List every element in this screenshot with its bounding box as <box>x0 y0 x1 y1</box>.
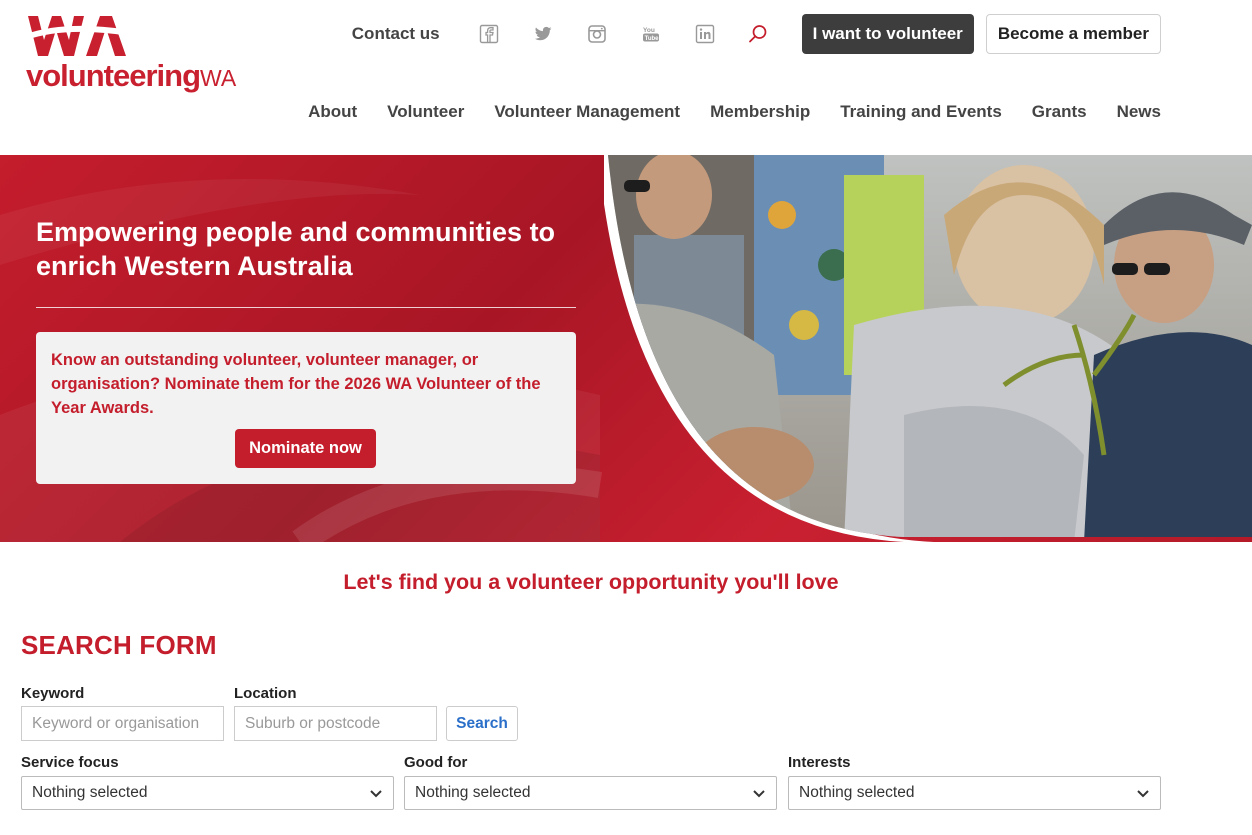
keyword-label: Keyword <box>21 685 85 702</box>
svg-text:Tube: Tube <box>644 36 659 42</box>
utility-bar: Contact us You Tube I want to volunteer B… <box>352 14 1161 54</box>
volunteers-photo <box>604 155 1252 542</box>
i-want-to-volunteer-button[interactable]: I want to volunteer <box>801 14 974 54</box>
become-a-member-button[interactable]: Become a member <box>985 14 1161 54</box>
nav-item-about[interactable]: About <box>308 102 357 122</box>
linkedin-icon[interactable] <box>689 18 721 50</box>
contact-us-link[interactable]: Contact us <box>352 24 440 44</box>
hero-title: Empowering people and communities to enr… <box>36 217 556 281</box>
good-for-value: Nothing selected <box>415 784 531 801</box>
location-label: Location <box>234 685 297 702</box>
interests-select[interactable]: Nothing selected <box>788 776 1161 810</box>
search-icon[interactable] <box>742 18 774 50</box>
nav-item-training-and-events[interactable]: Training and Events <box>840 102 1002 122</box>
good-for-label: Good for <box>404 754 468 771</box>
facebook-icon[interactable] <box>473 18 505 50</box>
service-focus-select[interactable]: Nothing selected <box>21 776 394 810</box>
interests-label: Interests <box>788 754 851 771</box>
volunteering-wa-logo[interactable]: volunteeringWA <box>26 12 236 102</box>
wa-logo-mark-icon <box>26 16 130 56</box>
nav-item-grants[interactable]: Grants <box>1032 102 1087 122</box>
main-navigation: About Volunteer Volunteer Management Mem… <box>308 102 1161 122</box>
nominate-now-button[interactable]: Nominate now <box>235 429 376 468</box>
callout-text: Know an outstanding volunteer, volunteer… <box>51 351 541 417</box>
nav-item-membership[interactable]: Membership <box>710 102 810 122</box>
chevron-down-icon <box>370 790 382 798</box>
service-focus-label: Service focus <box>21 754 119 771</box>
logo-wordmark-suffix: WA <box>200 65 237 91</box>
instagram-icon[interactable] <box>581 18 613 50</box>
interests-value: Nothing selected <box>799 784 915 801</box>
service-focus-value: Nothing selected <box>32 784 148 801</box>
nav-item-volunteer[interactable]: Volunteer <box>387 102 464 122</box>
twitter-icon[interactable] <box>527 18 559 50</box>
chevron-down-icon <box>1137 790 1149 798</box>
logo-wordmark: volunteeringWA <box>26 58 236 94</box>
keyword-input[interactable]: Keyword or organisation <box>21 706 224 741</box>
nomination-callout: Know an outstanding volunteer, volunteer… <box>36 332 576 484</box>
nav-item-news[interactable]: News <box>1117 102 1161 122</box>
nav-item-volunteer-management[interactable]: Volunteer Management <box>494 102 680 122</box>
svg-text:You: You <box>643 27 655 34</box>
hero-divider <box>36 307 576 308</box>
hero-banner: Empowering people and communities to enr… <box>0 155 1252 542</box>
site-header: volunteeringWA Contact us You Tube I want… <box>0 0 1252 155</box>
logo-wordmark-main: volunteering <box>26 58 201 93</box>
search-button[interactable]: Search <box>446 706 518 741</box>
good-for-select[interactable]: Nothing selected <box>404 776 777 810</box>
chevron-down-icon <box>753 790 765 798</box>
youtube-icon[interactable]: You Tube <box>635 18 667 50</box>
search-tagline: Let's find you a volunteer opportunity y… <box>343 570 839 594</box>
search-form-heading: SEARCH FORM <box>21 630 217 660</box>
location-input[interactable]: Suburb or postcode <box>234 706 437 741</box>
